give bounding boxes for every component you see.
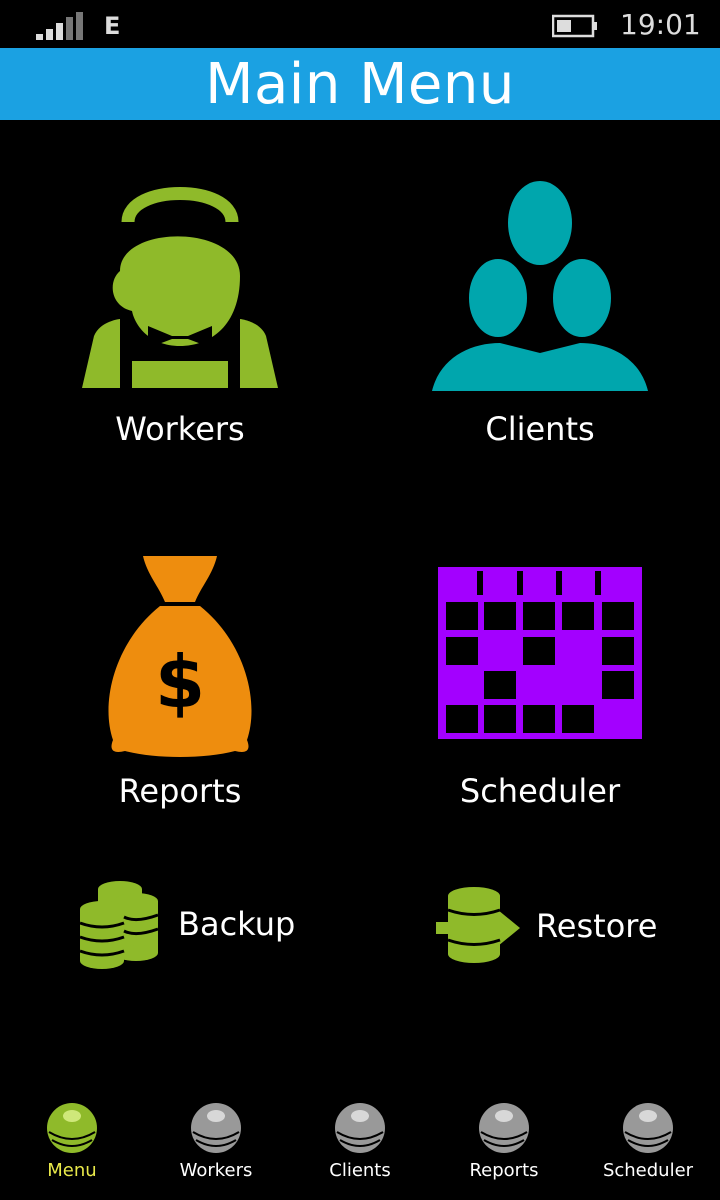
calendar-grid-icon xyxy=(438,567,642,739)
nav-reports[interactable]: Reports xyxy=(432,1080,576,1200)
svg-text:$: $ xyxy=(155,640,205,724)
worker-icon xyxy=(82,187,278,388)
database-stack-icon xyxy=(79,881,159,969)
reports-tile[interactable]: $ Reports xyxy=(0,540,360,830)
nav-clients-label: Clients xyxy=(329,1160,391,1181)
signal-strength-icon xyxy=(36,12,83,40)
nav-workers[interactable]: Workers xyxy=(144,1080,288,1200)
backup-label: Backup xyxy=(178,905,296,943)
status-bar: E 19:01 xyxy=(0,0,720,48)
clock: 19:01 xyxy=(620,8,701,41)
nav-scheduler[interactable]: Scheduler xyxy=(576,1080,720,1200)
money-bag-icon: $ xyxy=(108,556,252,757)
restore-button[interactable]: Restore xyxy=(434,882,657,970)
clients-icon xyxy=(432,181,648,391)
nav-menu[interactable]: Menu xyxy=(0,1080,144,1200)
database-arrow-icon xyxy=(436,887,520,963)
restore-label: Restore xyxy=(536,907,658,945)
reports-label: Reports xyxy=(118,772,242,810)
network-type: E xyxy=(104,12,121,40)
nav-reports-label: Reports xyxy=(469,1160,539,1181)
scheduler-label: Scheduler xyxy=(459,772,621,810)
nav-scheduler-label: Scheduler xyxy=(602,1160,694,1181)
app-bar: Menu Workers Clients Reports Scheduler xyxy=(0,1080,720,1200)
clients-tile[interactable]: Clients xyxy=(360,160,720,460)
workers-tile[interactable]: Workers xyxy=(0,160,360,460)
backup-button[interactable]: Backup xyxy=(78,878,295,970)
reports-nav-icon xyxy=(479,1103,529,1153)
nav-workers-label: Workers xyxy=(179,1160,253,1181)
nav-clients[interactable]: Clients xyxy=(288,1080,432,1200)
workers-nav-icon xyxy=(191,1103,241,1153)
workers-label: Workers xyxy=(115,410,245,448)
clients-label: Clients xyxy=(485,410,595,448)
page-title: Main Menu xyxy=(205,51,515,117)
header: Main Menu xyxy=(0,48,720,120)
clients-nav-icon xyxy=(335,1103,385,1153)
scheduler-tile[interactable]: Scheduler xyxy=(360,540,720,830)
scheduler-nav-icon xyxy=(623,1103,673,1153)
battery-icon xyxy=(552,14,597,38)
menu-icon xyxy=(47,1103,97,1153)
nav-menu-label: Menu xyxy=(47,1160,97,1181)
